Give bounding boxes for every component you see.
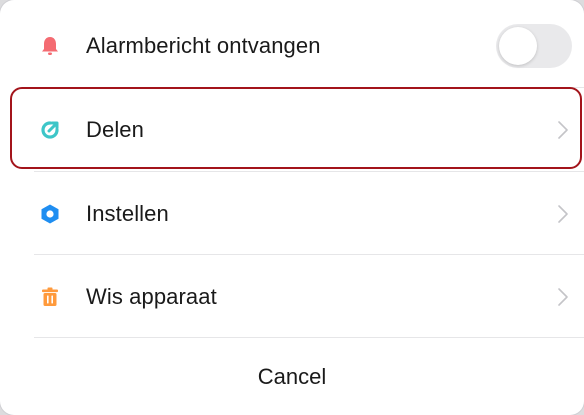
cancel-button[interactable]: Cancel bbox=[0, 338, 584, 415]
share-label: Delen bbox=[86, 117, 144, 142]
trash-icon bbox=[38, 285, 62, 309]
settings-row[interactable]: Instellen bbox=[0, 172, 584, 256]
alarm-notification-toggle[interactable] bbox=[496, 24, 572, 68]
action-sheet: Alarmbericht ontvangen Delen Instellen W… bbox=[0, 0, 584, 415]
chevron-right-icon bbox=[558, 205, 568, 223]
settings-icon bbox=[38, 202, 62, 226]
chevron-right-icon bbox=[558, 288, 568, 306]
chevron-right-icon bbox=[558, 121, 568, 139]
share-icon bbox=[38, 118, 62, 142]
cancel-label: Cancel bbox=[257, 363, 327, 389]
delete-device-row[interactable]: Wis apparaat bbox=[0, 255, 584, 339]
alarm-notification-row[interactable]: Alarmbericht ontvangen bbox=[0, 4, 584, 88]
settings-label: Instellen bbox=[86, 201, 169, 226]
alarm-notification-label: Alarmbericht ontvangen bbox=[86, 33, 321, 58]
share-row[interactable]: Delen bbox=[0, 88, 584, 172]
bell-icon bbox=[38, 34, 62, 58]
toggle-knob bbox=[499, 27, 537, 65]
delete-device-label: Wis apparaat bbox=[86, 284, 217, 309]
